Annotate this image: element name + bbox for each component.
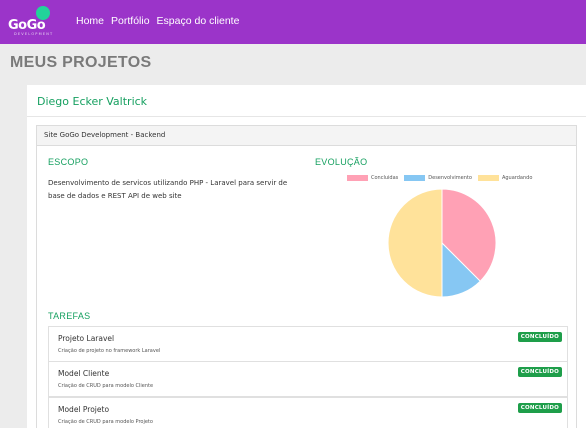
brand-logo[interactable]: GoGo DEVELOPMENT (8, 6, 68, 40)
legend-label: Desenvolvimento (428, 175, 472, 181)
nav-link-home[interactable]: Home (76, 15, 104, 27)
task-item[interactable]: Model Cliente Criação de CRUD para model… (48, 361, 568, 397)
task-name: Model Projeto (58, 405, 110, 414)
scope-heading: ESCOPO (48, 157, 89, 167)
task-name: Projeto Laravel (58, 334, 115, 343)
task-description: Criação de CRUD para modelo Cliente (58, 383, 154, 389)
legend-label: Concluidas (371, 175, 399, 181)
legend-swatch (404, 175, 426, 181)
task-description: Criação de projeto no framework Laravel (58, 348, 161, 354)
main-nav: Home Portfólio Espaço do cliente (76, 15, 239, 27)
task-description: Criação de CRUD para modelo Projeto (58, 419, 153, 425)
top-navbar: GoGo DEVELOPMENT Home Portfólio Espaço d… (0, 0, 586, 44)
status-badge: CONCLUÍDO (517, 332, 562, 342)
legend-swatch (477, 175, 499, 181)
client-name: Diego Ecker Valtrick (37, 95, 148, 108)
chart-legend: Concluidas Desenvolvimento Aguardando (347, 175, 538, 181)
project-title: Site GoGo Development - Backend (44, 131, 166, 139)
project-card: Site GoGo Development - Backend ESCOPO D… (36, 125, 577, 428)
task-name: Model Cliente (58, 369, 110, 378)
evolution-pie-chart (387, 188, 497, 298)
pie-slice-aguardando[interactable] (387, 188, 443, 298)
tasks-heading: TAREFAS (48, 311, 91, 321)
client-panel: Diego Ecker Valtrick Site GoGo Developme… (27, 85, 586, 428)
task-item[interactable]: Model Projeto Criação de CRUD para model… (48, 397, 568, 428)
nav-link-client-area[interactable]: Espaço do cliente (157, 15, 240, 27)
project-header[interactable]: Site GoGo Development - Backend (37, 126, 576, 146)
logo-wordmark: GoGo (8, 18, 46, 33)
legend-item-concluidas[interactable]: Concluidas (347, 175, 398, 181)
divider (27, 116, 586, 117)
legend-item-desenvolvimento[interactable]: Desenvolvimento (404, 175, 472, 181)
status-badge: CONCLUÍDO (517, 367, 562, 377)
scope-description: Desenvolvimento de servicos utilizando P… (48, 179, 288, 200)
logo-tagline: DEVELOPMENT (14, 32, 54, 36)
page-title: MEUS PROJETOS (10, 54, 152, 71)
legend-swatch (347, 175, 368, 181)
evolution-heading: EVOLUÇÃO (315, 157, 368, 167)
legend-item-aguardando[interactable]: Aguardando (477, 175, 533, 181)
legend-label: Aguardando (501, 175, 533, 181)
task-item[interactable]: Projeto Laravel Criação de projeto no fr… (48, 326, 568, 362)
nav-link-portfolio[interactable]: Portfólio (111, 15, 150, 27)
status-badge: CONCLUÍDO (517, 403, 562, 413)
